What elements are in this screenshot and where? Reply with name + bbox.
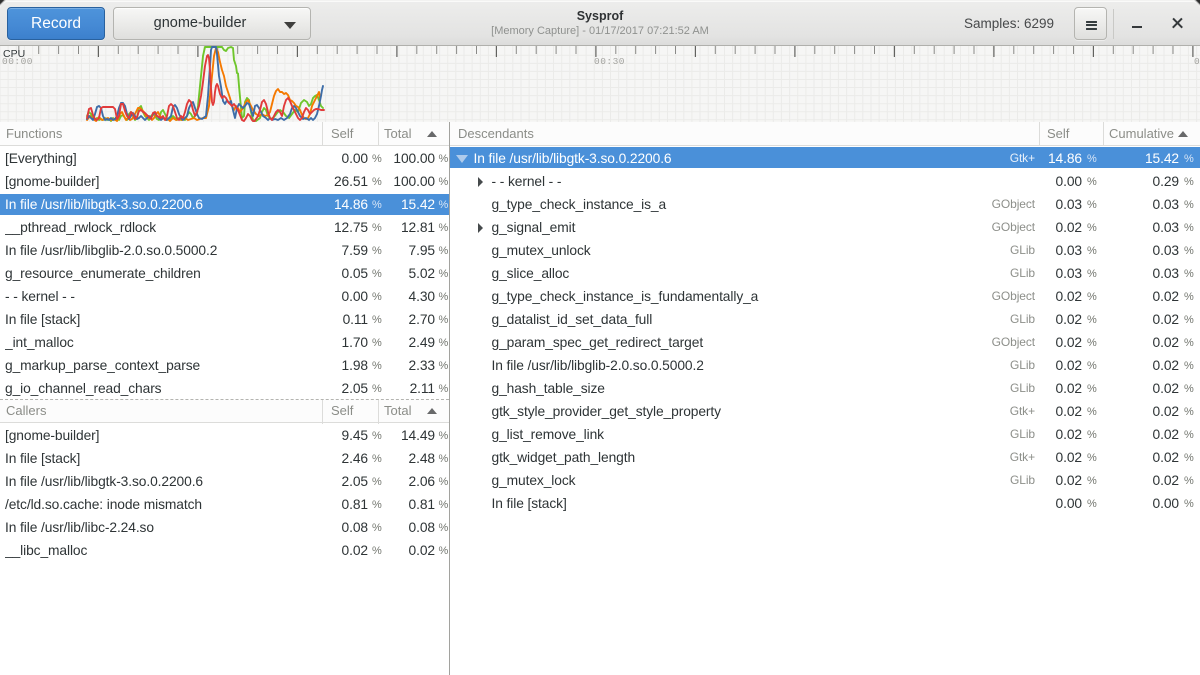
svg-text:00:00: 00:00 — [2, 56, 33, 67]
svg-text:00:30: 00:30 — [594, 56, 625, 67]
svg-text:01:00: 01:00 — [1194, 56, 1200, 67]
